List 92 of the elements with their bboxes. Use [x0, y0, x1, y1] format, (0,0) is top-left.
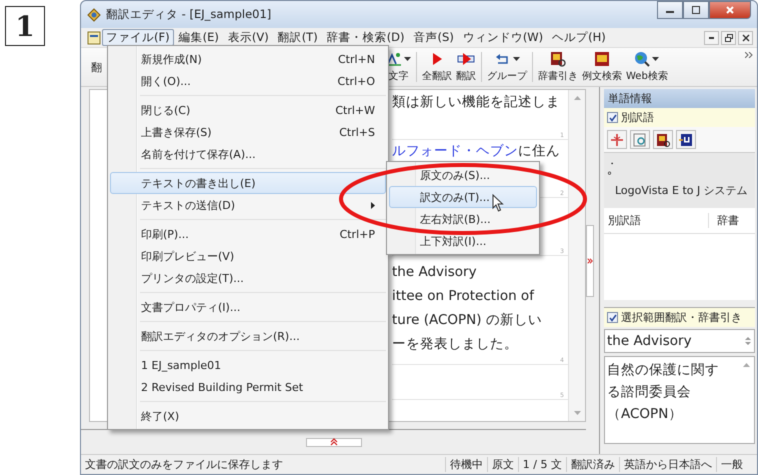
- close-icon: [725, 5, 735, 15]
- sentence-text: the Advisory: [392, 263, 478, 282]
- menu-item[interactable]: 終了(X): [110, 405, 386, 427]
- translation-result-field[interactable]: 自然の保護に関す る諮問委員会 （ACOPN）: [604, 356, 755, 444]
- play-icon: [431, 52, 443, 66]
- app-logo-icon: [87, 8, 101, 22]
- document-icon: [87, 30, 101, 44]
- menu-item[interactable]: 文書プロパティ(I)...: [110, 296, 386, 318]
- split-icon[interactable]: [607, 130, 627, 149]
- sentence-text: ittee on Protection of: [392, 287, 536, 306]
- expand-pane-button[interactable]: [306, 438, 362, 446]
- panel-header: 単語情報: [604, 89, 755, 108]
- menu-item[interactable]: ウィンドウ(W): [458, 29, 548, 46]
- menu-item[interactable]: 1 EJ_sample01: [110, 354, 386, 376]
- toolbar-button[interactable]: 例文検索: [580, 51, 624, 83]
- letter-edit-icon: [386, 52, 402, 66]
- menu-item[interactable]: プリンタの設定(T)...: [110, 267, 386, 289]
- restore-icon: [724, 34, 732, 42]
- window-title: 翻訳エディタ - [EJ_sample01]: [106, 7, 272, 22]
- menu-item[interactable]: 開く(O)... Ctrl+O: [110, 70, 386, 92]
- column-header: 辞書: [716, 213, 739, 228]
- status-message: 文書の訳文のみをファイルに保存します: [84, 457, 284, 472]
- maximize-icon: [691, 5, 701, 15]
- menu-item[interactable]: 新規作成(N) Ctrl+N: [110, 48, 386, 70]
- info-text: °: [607, 171, 613, 183]
- toolbar-button[interactable]: Web検索: [624, 51, 670, 83]
- menu-item[interactable]: 表示(V): [224, 29, 273, 46]
- book-icon: [594, 51, 610, 67]
- minimize-button[interactable]: [657, 1, 683, 19]
- menu-item[interactable]: 閉じる(C) Ctrl+W: [110, 99, 386, 121]
- double-chevron-up-icon: [330, 438, 338, 446]
- menu-item[interactable]: 辞書・検索(D): [322, 29, 409, 46]
- status-field: 一般: [716, 457, 747, 472]
- toolbar-button[interactable]: 翻訳: [454, 51, 478, 83]
- menu-item[interactable]: 左右対訳(B)...: [389, 208, 537, 230]
- toolbar-label: 翻: [91, 60, 102, 74]
- info-text: LogoVista E to J システム: [614, 183, 749, 198]
- menu-item[interactable]: テキストの書き出し(E): [110, 172, 386, 194]
- search-icon[interactable]: [630, 130, 650, 149]
- status-field: 原文: [486, 457, 518, 472]
- menu-item[interactable]: 原文のみ(S)...: [389, 164, 537, 186]
- menu-item[interactable]: 翻訳エディタのオプション(R)...: [110, 325, 386, 347]
- globe-search-icon: [634, 51, 650, 67]
- checkbox[interactable]: [607, 112, 618, 123]
- menu-item[interactable]: テキストの送信(D): [110, 194, 386, 216]
- menu-item[interactable]: ファイル(F): [102, 29, 174, 46]
- sentence-text: ルフォード・ヘブンに住ん: [392, 142, 561, 160]
- minimize-button[interactable]: [704, 30, 719, 44]
- minimize-icon: [709, 36, 714, 38]
- submenu-arrow-icon: [371, 202, 375, 208]
- menu-item[interactable]: 印刷(P)... Ctrl+P: [110, 223, 386, 245]
- menu-item[interactable]: 音声(S): [410, 29, 458, 46]
- toolbar-button[interactable]: 全翻訳: [420, 51, 454, 83]
- dictionary-search-icon: [550, 51, 566, 67]
- menu-item[interactable]: 2 Revised Building Permit Set: [110, 376, 386, 398]
- restore-button[interactable]: [721, 30, 736, 44]
- status-field: 英語から日本語へ: [619, 457, 716, 472]
- undo-arrow-icon: [494, 52, 510, 66]
- close-button[interactable]: [738, 30, 753, 44]
- checkbox[interactable]: [607, 312, 618, 323]
- maximize-button[interactable]: [683, 1, 709, 19]
- toolbar-button[interactable]: グループ: [485, 51, 529, 83]
- column-header: 別訳語: [608, 213, 709, 228]
- status-field: 待機中: [444, 457, 487, 472]
- toolbar-button[interactable]: 辞書引き: [536, 51, 580, 83]
- sentence-text: ーを発表しました。: [392, 335, 519, 354]
- translate-icon: [457, 52, 475, 66]
- checkbox-label: 選択範囲翻訳・辞書引き: [621, 310, 742, 325]
- status-field: 翻訳済み: [566, 457, 619, 472]
- sentence-text: ture (ACOPN) の新しい: [392, 311, 543, 330]
- menu-item[interactable]: 上書き保存(S) Ctrl+S: [110, 121, 386, 143]
- mouse-pointer-icon: [492, 194, 504, 212]
- menu-item[interactable]: 訳文のみ(T)...: [389, 186, 537, 208]
- dictionary-search-icon[interactable]: [653, 130, 673, 149]
- menu-item[interactable]: 印刷プレビュー(V): [110, 245, 386, 267]
- checkbox-label: 別訳語: [621, 110, 654, 125]
- close-icon: [742, 34, 750, 42]
- status-field: 1 / 5 文: [518, 457, 566, 472]
- info-text: ・: [607, 159, 618, 171]
- menu-item[interactable]: 名前を付けて保存(A)...: [110, 143, 386, 165]
- source-text-field[interactable]: the Advisory: [604, 329, 755, 353]
- menu-item[interactable]: 翻訳(T): [274, 29, 322, 46]
- menu-item[interactable]: 上下対訳(I)...: [389, 230, 537, 252]
- step-number: 1: [5, 6, 45, 46]
- close-button[interactable]: [709, 1, 751, 19]
- spinner-arrows-icon[interactable]: [745, 336, 751, 346]
- menu-item[interactable]: ヘルプ(H): [548, 29, 610, 46]
- toolbar-button[interactable]: 文字: [384, 51, 413, 83]
- overflow-chevron-icon[interactable]: [745, 52, 753, 58]
- double-chevron-right-icon: [587, 256, 593, 264]
- sentence-text: 類は新しい機能を記述しま: [392, 93, 561, 112]
- menu-item[interactable]: 編集(E): [174, 29, 223, 46]
